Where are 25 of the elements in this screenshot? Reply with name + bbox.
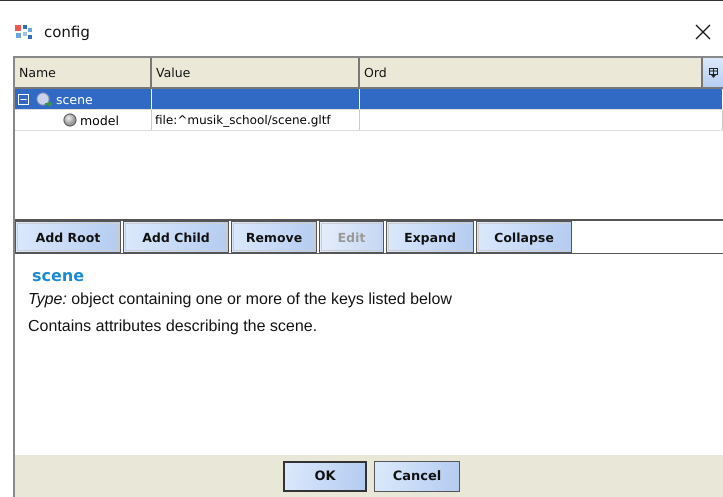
- column-menu-button[interactable]: [703, 58, 723, 87]
- toolbar-button[interactable]: Add Root: [15, 221, 121, 253]
- dialog-button[interactable]: Cancel: [374, 460, 460, 492]
- column-chooser-icon: [708, 68, 718, 78]
- collapse-icon[interactable]: [18, 94, 29, 104]
- toolbar-button[interactable]: Remove: [231, 221, 317, 253]
- tree-row[interactable]: scene: [15, 89, 723, 110]
- toolbar-button[interactable]: Add Child: [123, 221, 229, 253]
- description-heading: scene: [32, 266, 86, 285]
- type-line: Type: object containing one or more of the keys listed below: [28, 291, 453, 309]
- description-text: Contains attributes describing the scene.: [28, 318, 318, 336]
- close-icon: [695, 24, 711, 40]
- app-icon: [14, 23, 34, 41]
- toolbar-button[interactable]: Collapse: [476, 221, 572, 253]
- node-value: file:^musik_school/scene.gltf: [155, 113, 331, 127]
- node-name: model: [80, 112, 119, 128]
- tree-row[interactable]: model file:^musik_school/scene.gltf: [15, 110, 723, 131]
- node-icon: [36, 92, 53, 106]
- toolbar-button[interactable]: Expand: [386, 221, 474, 253]
- column-header[interactable]: Name: [15, 58, 152, 87]
- node-name: scene: [56, 92, 93, 106]
- column-header[interactable]: Value: [152, 58, 360, 87]
- node-icon: [63, 113, 77, 127]
- window-title: config: [44, 23, 91, 41]
- dialog-button[interactable]: OK: [283, 460, 367, 492]
